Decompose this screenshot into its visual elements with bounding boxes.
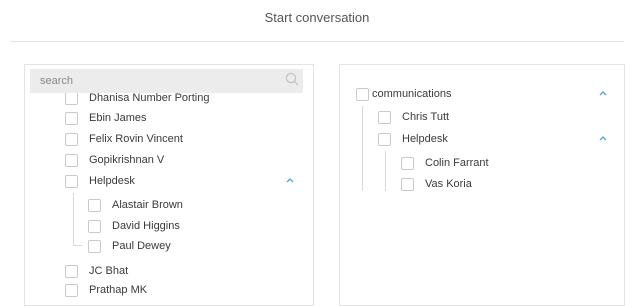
- contacts-panel: Dhanisa Number Porting Ebin James Felix …: [24, 64, 314, 306]
- list-item-label: Prathap MK: [89, 284, 148, 296]
- list-item-label: JC Bhat: [89, 265, 129, 277]
- checkbox[interactable]: [401, 177, 414, 191]
- list-item[interactable]: Chris Tutt: [378, 108, 449, 126]
- checkbox[interactable]: [88, 239, 101, 253]
- list-item[interactable]: Paul Dewey: [88, 237, 171, 255]
- list-item-label: Paul Dewey: [112, 240, 171, 252]
- checkbox[interactable]: [356, 87, 369, 101]
- header-divider: [10, 41, 624, 42]
- checkbox[interactable]: [378, 132, 391, 146]
- group-item-helpdesk[interactable]: Helpdesk: [65, 172, 135, 190]
- checkbox[interactable]: [65, 132, 78, 146]
- list-item-label: Gopikrishnan V: [89, 154, 165, 166]
- list-item[interactable]: Vas Koria: [401, 175, 472, 193]
- group-item-helpdesk[interactable]: Helpdesk: [378, 130, 448, 148]
- chevron-up-icon[interactable]: [285, 176, 295, 184]
- list-item-label: Ebin James: [89, 112, 147, 124]
- group-label: Helpdesk: [89, 175, 135, 187]
- list-item[interactable]: JC Bhat: [65, 262, 128, 280]
- checkbox[interactable]: [65, 111, 78, 125]
- list-item-label: Vas Koria: [425, 178, 472, 190]
- tree-connector: [73, 193, 74, 245]
- list-item[interactable]: Ebin James: [65, 109, 146, 127]
- list-item[interactable]: Felix Rovin Vincent: [65, 130, 183, 148]
- checkbox[interactable]: [65, 91, 78, 105]
- chevron-up-icon[interactable]: [598, 89, 608, 97]
- page-title: Start conversation: [264, 10, 370, 25]
- list-item-label: Dhanisa Number Porting: [89, 92, 210, 104]
- group-label: Helpdesk: [402, 133, 448, 145]
- checkbox[interactable]: [88, 198, 101, 212]
- list-item[interactable]: Alastair Brown: [88, 196, 183, 214]
- list-item[interactable]: Prathap MK: [65, 281, 147, 299]
- selected-panel: communications Chris Tutt Helpdesk Colin…: [339, 64, 625, 306]
- list-item[interactable]: Colin Farrant: [401, 154, 489, 172]
- list-item-label: Chris Tutt: [402, 111, 450, 123]
- checkbox[interactable]: [378, 110, 391, 124]
- group-label: communications: [372, 88, 452, 100]
- list-item-label: Felix Rovin Vincent: [89, 133, 183, 145]
- list-item-label: David Higgins: [112, 220, 180, 232]
- checkbox[interactable]: [65, 264, 78, 278]
- search-icon[interactable]: [285, 72, 299, 86]
- list-item-label: Colin Farrant: [425, 157, 489, 169]
- tree-connector: [362, 106, 363, 191]
- list-item-label: Alastair Brown: [112, 199, 183, 211]
- list-item[interactable]: Gopikrishnan V: [65, 151, 164, 169]
- list-item[interactable]: David Higgins: [88, 217, 180, 235]
- checkbox[interactable]: [65, 153, 78, 167]
- group-item-communications[interactable]: communications: [356, 85, 451, 103]
- tree-connector: [73, 245, 82, 246]
- checkbox[interactable]: [65, 174, 78, 188]
- chevron-up-icon[interactable]: [598, 134, 608, 142]
- checkbox[interactable]: [88, 219, 101, 233]
- checkbox[interactable]: [401, 156, 414, 170]
- search-input[interactable]: [30, 69, 303, 93]
- tree-connector: [385, 151, 386, 191]
